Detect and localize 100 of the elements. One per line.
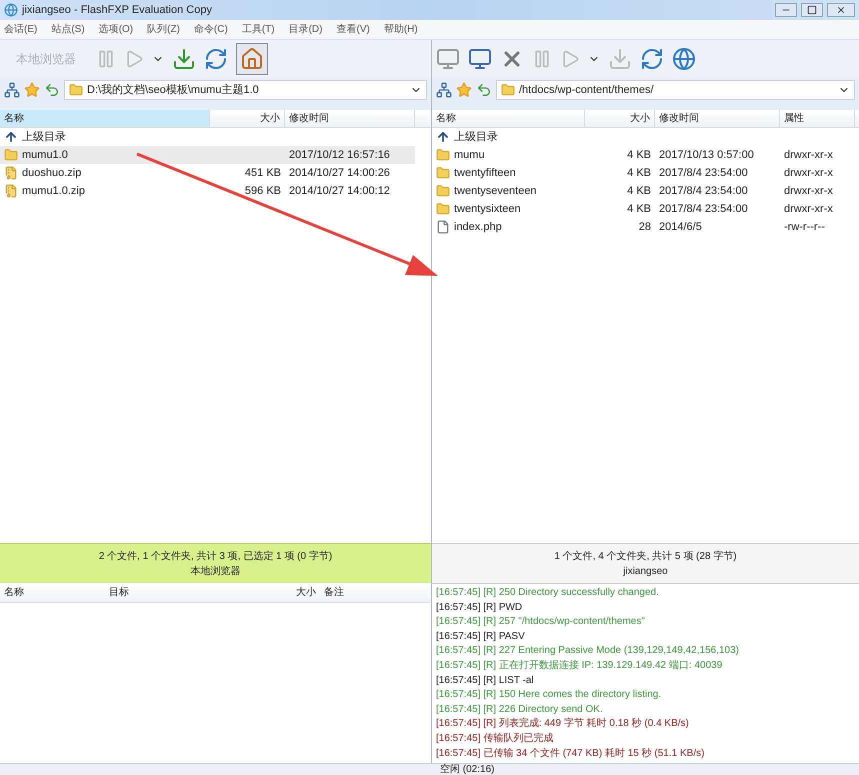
column-header[interactable]: 名称: [0, 583, 105, 602]
file-date: 2014/10/27 14:00:12: [289, 184, 390, 197]
globe-icon[interactable]: [672, 47, 696, 71]
status-text: 空闲 (02:16): [440, 764, 494, 775]
tree-icon[interactable]: [4, 82, 20, 98]
menu-item[interactable]: 选项(O): [98, 22, 134, 37]
log-line: [16:57:45] [R] 250 Directory successfully changed.: [436, 586, 660, 600]
refresh-icon[interactable]: [640, 47, 664, 71]
file-date: 2014/6/5: [659, 220, 702, 233]
back-arrow-icon[interactable]: [44, 82, 60, 98]
log-line: [16:57:45] [R] 257 "/htdocs/wp-content/themes": [436, 615, 646, 630]
folder-icon: [436, 166, 450, 180]
maximize-button[interactable]: [801, 3, 823, 17]
file-row[interactable]: 上级目录: [432, 128, 859, 146]
column-header[interactable]: 目标: [105, 583, 210, 602]
column-header[interactable]: 属性: [780, 110, 855, 127]
column-header[interactable]: 大小: [210, 110, 285, 127]
back-arrow-icon[interactable]: [476, 82, 492, 98]
file-row[interactable]: mumu1.0 2017/10/12 16:57:16: [0, 146, 415, 164]
file-name: mumu1.0: [22, 148, 68, 163]
folder-icon: [436, 202, 450, 216]
folder-icon: [501, 83, 515, 97]
file-name: twentysixteen: [454, 202, 521, 217]
path-field[interactable]: /htdocs/wp-content/themes/: [496, 80, 855, 100]
file-row[interactable]: twentyfifteen 4 KB 2017/8/4 23:54:00 drwxr-xr-x: [432, 164, 859, 182]
file-attributes: drwxr-xr-x: [784, 184, 833, 197]
file-name: mumu1.0.zip: [22, 184, 85, 199]
file-row[interactable]: mumu1.0.zip 596 KB 2014/10/27 14:00:12: [0, 182, 431, 200]
file-row[interactable]: mumu 4 KB 2017/10/13 0:57:00 drwxr-xr-x: [432, 146, 859, 164]
column-header[interactable]: 修改时间: [285, 110, 415, 127]
log-line: [16:57:45] [R] 列表完成: 449 字节 耗时 0.18 秒 (0.4 KB/s): [436, 717, 690, 732]
file-size: 28: [638, 220, 651, 235]
log-line: [16:57:45] [R] 226 Directory send OK.: [436, 702, 604, 717]
menu-item[interactable]: 工具(T): [242, 22, 275, 37]
folder-icon: [69, 83, 83, 97]
menu-item[interactable]: 帮助(H): [384, 22, 418, 37]
file-name: mumu: [454, 148, 485, 163]
folder-icon: [4, 148, 18, 162]
log-line: [16:57:45] [R] 150 Here comes the directory listing.: [436, 688, 662, 702]
column-header[interactable]: 大小: [585, 110, 655, 127]
file-date: 2017/8/4 23:54:00: [659, 202, 748, 215]
log-line: [16:57:45] [R] LIST -al: [436, 674, 535, 688]
log-line: [16:57:45] 传输队列已完成: [436, 732, 554, 746]
file-attributes: drwxr-xr-x: [784, 166, 833, 179]
file-row[interactable]: twentyseventeen 4 KB 2017/8/4 23:54:00 drwxr-xr-x: [432, 182, 859, 200]
file-size: 451 KB: [244, 166, 281, 181]
window-title: jixiangseo - FlashFXP Evaluation Copy: [22, 2, 213, 18]
file-icon: [436, 220, 450, 234]
path-field[interactable]: D:\我的文档\seo模板\mumu主题1.0: [64, 80, 427, 100]
pane-caption: jixiangseo: [623, 564, 668, 578]
close-button[interactable]: [827, 3, 855, 17]
menu-item[interactable]: 目录(D): [288, 22, 322, 37]
log-line: [16:57:45] [R] 正在打开数据连接 IP: 139.129.149.42 端口: 40039: [436, 658, 724, 673]
column-header[interactable]: 备注: [320, 583, 420, 602]
file-row[interactable]: 上级目录: [0, 128, 431, 146]
file-date: 2017/10/12 16:57:16: [289, 148, 390, 161]
folder-icon: [436, 184, 450, 198]
file-attributes: drwxr-xr-x: [784, 148, 833, 161]
refresh-icon[interactable]: [204, 47, 228, 71]
star-icon[interactable]: [456, 82, 472, 98]
file-date: 2017/8/4 23:54:00: [659, 184, 748, 197]
folder-icon: [436, 148, 450, 162]
up-arrow-icon: [4, 130, 18, 144]
star-icon[interactable]: [24, 82, 40, 98]
column-header[interactable]: 修改时间: [655, 110, 780, 127]
file-size: 4 KB: [627, 202, 651, 217]
file-size: 4 KB: [627, 184, 651, 199]
maximize-icon: [807, 5, 817, 15]
file-name: 上级目录: [22, 130, 66, 145]
file-row[interactable]: index.php 28 2014/6/5 -rw-r--r--: [432, 218, 859, 236]
file-name: index.php: [454, 220, 502, 235]
archive-icon: [4, 184, 18, 198]
transfer-icon[interactable]: [172, 47, 196, 71]
file-row[interactable]: duoshuo.zip 451 KB 2014/10/27 14:00:26: [0, 164, 431, 182]
up-arrow-icon: [436, 130, 450, 144]
home-button[interactable]: [236, 43, 268, 75]
file-row[interactable]: twentysixteen 4 KB 2017/8/4 23:54:00 drwxr-xr-x: [432, 200, 859, 218]
menu-item[interactable]: 队列(Z): [147, 22, 180, 37]
column-header[interactable]: 名称: [0, 110, 210, 127]
log-line: [16:57:45] 已传输 34 个文件 (747 KB) 耗时 15 秒 (51.1 KB/s): [436, 746, 706, 761]
file-size: 4 KB: [627, 166, 651, 181]
file-attributes: drwxr-xr-x: [784, 202, 833, 215]
archive-icon: [4, 166, 18, 180]
menu-item[interactable]: 站点(S): [51, 22, 85, 37]
tree-icon[interactable]: [436, 82, 452, 98]
file-size: 596 KB: [244, 184, 281, 199]
app-icon: [4, 3, 18, 17]
file-size: 4 KB: [627, 148, 651, 163]
file-date: 2017/10/13 0:57:00: [659, 148, 754, 161]
log-line: [16:57:45] [R] PASV: [436, 630, 526, 644]
remote-summary: 1 个文件, 4 个文件夹, 共计 5 项 (28 字节): [554, 550, 737, 564]
file-date: 2014/10/27 14:00:26: [289, 166, 390, 179]
file-name: 上级目录: [454, 130, 498, 145]
menu-item[interactable]: 会话(E): [4, 22, 38, 37]
file-name: twentyfifteen: [454, 166, 516, 181]
local-summary: 2 个文件, 1 个文件夹, 共计 3 项, 已选定 1 项 (0 字节): [98, 550, 332, 564]
column-header[interactable]: 大小: [210, 583, 320, 602]
menu-item[interactable]: 命令(C): [194, 22, 228, 37]
menu-item[interactable]: 查看(V): [336, 22, 370, 37]
column-header[interactable]: 名称: [432, 110, 585, 127]
